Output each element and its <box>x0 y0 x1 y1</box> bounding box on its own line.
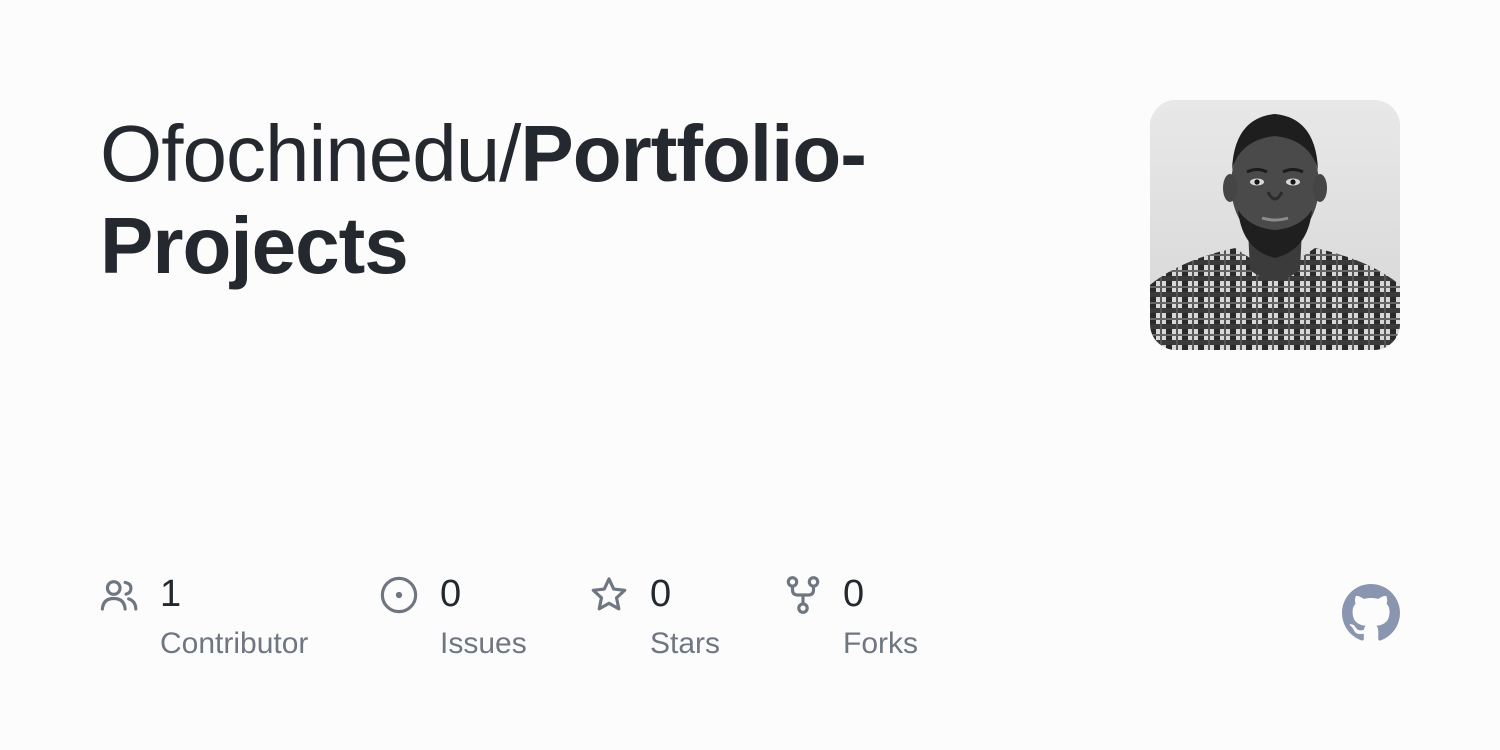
owner-avatar <box>1150 100 1400 350</box>
contributors-label: Contributor <box>160 627 309 660</box>
repo-owner: Ofochinedu/ <box>100 109 521 198</box>
repo-title: Ofochinedu/Portfolio-Projects <box>100 108 960 292</box>
repo-social-card: Ofochinedu/Portfolio-Projects 1 Contribu… <box>0 0 1500 750</box>
issues-count: 0 <box>440 573 462 615</box>
stars-label: Stars <box>650 627 721 660</box>
forks-label: Forks <box>843 627 918 660</box>
contributors-count: 1 <box>160 573 182 615</box>
github-logo-icon <box>1342 584 1400 641</box>
people-icon <box>100 580 138 611</box>
repo-forked-icon <box>786 576 820 614</box>
issue-opened-icon <box>380 576 418 614</box>
issues-label: Issues <box>440 627 527 660</box>
star-icon <box>591 577 627 611</box>
forks-count: 0 <box>843 573 865 615</box>
avatar-photo <box>1150 100 1400 350</box>
stars-count: 0 <box>650 573 672 615</box>
